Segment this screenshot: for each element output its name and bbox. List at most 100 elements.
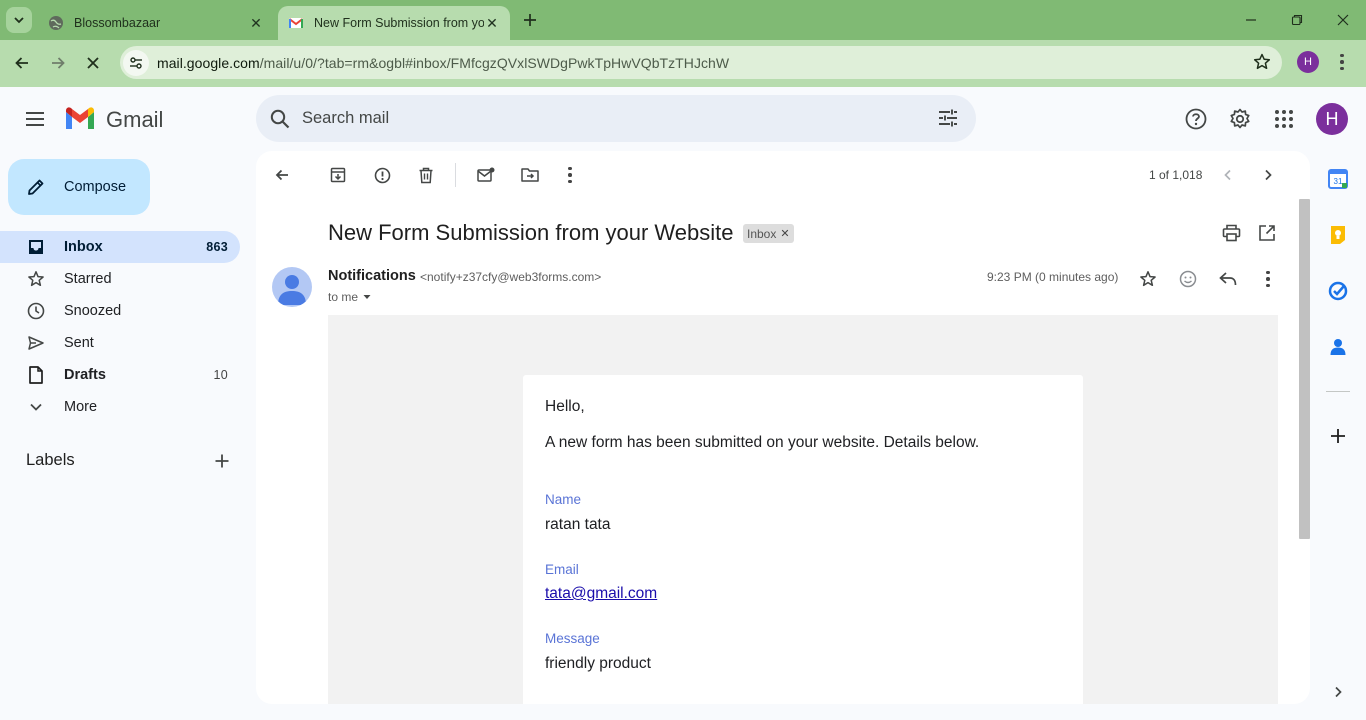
apps-grid-icon[interactable] — [1272, 107, 1296, 131]
sidebar-item-inbox[interactable]: Inbox 863 — [0, 231, 240, 263]
add-label-button[interactable] — [212, 451, 232, 471]
restore-button[interactable] — [1274, 0, 1320, 40]
sidebar-item-label: Inbox — [64, 239, 103, 255]
mark-unread-button[interactable] — [474, 165, 498, 185]
plus-icon — [523, 13, 537, 27]
email-body: Hello, A new form has been submitted on … — [328, 315, 1278, 704]
recipient-text: to me — [328, 290, 359, 304]
browser-tab-blossombazaar[interactable]: Blossombazaar ✕ — [38, 6, 274, 40]
caret-down-icon[interactable] — [362, 292, 372, 302]
pagination-text: 1 of 1,018 — [1149, 168, 1203, 182]
trash-icon — [418, 167, 434, 184]
folder-move-icon — [521, 167, 539, 183]
field-value-email: tata@gmail.com — [545, 585, 657, 603]
newer-button[interactable] — [1216, 165, 1240, 185]
sidebar-item-label: Drafts — [64, 367, 106, 383]
close-icon[interactable]: ✕ — [484, 15, 500, 31]
gmail-favicon-icon — [288, 15, 304, 31]
move-to-button[interactable] — [518, 165, 542, 185]
forward-button[interactable] — [44, 49, 72, 77]
sender-avatar[interactable] — [272, 267, 312, 307]
email-link[interactable]: tata@gmail.com — [545, 585, 657, 602]
url-text: mail.google.com/mail/u/0/?tab=rm&ogbl#in… — [157, 55, 729, 71]
sidebar-item-label: Snoozed — [64, 303, 122, 319]
star-icon — [26, 270, 46, 288]
sidebar-item-starred[interactable]: Starred — [0, 263, 240, 295]
bookmark-star-icon[interactable] — [1252, 52, 1272, 72]
sidebar-item-drafts[interactable]: Drafts 10 — [0, 359, 240, 391]
field-label-email: Email — [545, 562, 579, 577]
recipient-details[interactable]: to me — [328, 290, 372, 304]
plus-icon — [214, 453, 230, 469]
close-icon — [1337, 14, 1349, 26]
search-bar — [256, 95, 976, 142]
compose-button[interactable]: Compose — [8, 159, 150, 215]
svg-text:31: 31 — [1334, 177, 1343, 186]
back-to-inbox-button[interactable] — [270, 165, 294, 185]
expand-side-panel-icon[interactable] — [1328, 682, 1348, 702]
account-avatar[interactable]: H — [1316, 103, 1348, 135]
search-input[interactable] — [302, 109, 902, 128]
email-content-card: Hello, A new form has been submitted on … — [523, 375, 1083, 704]
star-icon — [1139, 270, 1157, 288]
sender-name[interactable]: Notifications — [328, 268, 416, 284]
spam-icon — [374, 167, 391, 184]
sidebar-item-more[interactable]: More — [0, 391, 240, 423]
new-tab-button[interactable] — [518, 8, 542, 32]
main-menu-icon[interactable] — [22, 108, 50, 130]
remove-label-icon[interactable]: ✕ — [780, 227, 789, 240]
archive-button[interactable] — [326, 165, 350, 185]
get-addons-plus-icon[interactable] — [1328, 426, 1348, 446]
contacts-icon[interactable] — [1328, 337, 1348, 357]
minimize-button[interactable] — [1228, 0, 1274, 40]
sidebar-item-label: More — [64, 399, 98, 415]
delete-button[interactable] — [414, 165, 438, 185]
print-all-icon[interactable] — [1222, 224, 1241, 242]
gmail-logo-text: Gmail — [106, 107, 164, 132]
person-icon — [278, 275, 306, 305]
search-icon[interactable] — [269, 108, 291, 130]
arrow-left-icon — [274, 167, 290, 183]
keep-icon[interactable] — [1328, 225, 1348, 245]
older-button[interactable] — [1256, 165, 1280, 185]
chevron-left-icon — [1222, 169, 1234, 181]
browser-tab-gmail[interactable]: New Form Submission from your ✕ — [278, 6, 510, 40]
close-icon[interactable]: ✕ — [248, 15, 264, 31]
tasks-icon[interactable] — [1328, 281, 1348, 301]
reply-button[interactable] — [1217, 268, 1239, 290]
settings-gear-icon[interactable] — [1228, 107, 1252, 131]
report-spam-button[interactable] — [370, 165, 394, 185]
gmail-logo-icon[interactable] — [64, 106, 96, 132]
site-info-button[interactable] — [123, 49, 149, 76]
message-more-button[interactable] — [1257, 268, 1279, 290]
more-actions-button[interactable] — [558, 165, 582, 185]
url-path: /mail/u/0/?tab=rm&ogbl#inbox/FMfcgzQVxlS… — [259, 54, 730, 71]
browser-menu-icon[interactable] — [1338, 50, 1346, 74]
label-chip[interactable]: Inbox ✕ — [743, 224, 794, 243]
sidebar-item-sent[interactable]: Sent — [0, 327, 240, 359]
open-in-new-window-icon[interactable] — [1258, 224, 1276, 242]
message-time: 9:23 PM (0 minutes ago) — [987, 270, 1119, 284]
close-window-button[interactable] — [1320, 0, 1366, 40]
tab-search-button[interactable] — [6, 7, 32, 33]
calendar-icon[interactable]: 31 — [1328, 169, 1348, 189]
send-icon — [26, 334, 46, 352]
unread-count: 863 — [206, 240, 228, 254]
field-value-message: friendly product — [545, 655, 651, 672]
tab-title: New Form Submission from your — [314, 16, 484, 30]
add-reaction-button[interactable] — [1177, 268, 1199, 290]
star-message-button[interactable] — [1137, 268, 1159, 290]
toolbar-divider — [455, 163, 456, 187]
back-button[interactable] — [8, 49, 36, 77]
browser-profile-avatar[interactable]: H — [1297, 51, 1319, 73]
address-bar[interactable]: mail.google.com/mail/u/0/?tab=rm&ogbl#in… — [120, 46, 1282, 79]
help-icon[interactable] — [1184, 107, 1208, 131]
label-chip-text: Inbox — [747, 226, 777, 241]
sidebar-item-snoozed[interactable]: Snoozed — [0, 295, 240, 327]
search-options-icon[interactable] — [937, 107, 959, 129]
inbox-icon — [26, 238, 46, 256]
stop-loading-button[interactable] — [79, 49, 107, 77]
tune-icon — [128, 55, 144, 71]
scrollbar-thumb[interactable] — [1299, 199, 1310, 539]
browser-tab-strip: Blossombazaar ✕ New Form Submission from… — [0, 0, 1366, 40]
